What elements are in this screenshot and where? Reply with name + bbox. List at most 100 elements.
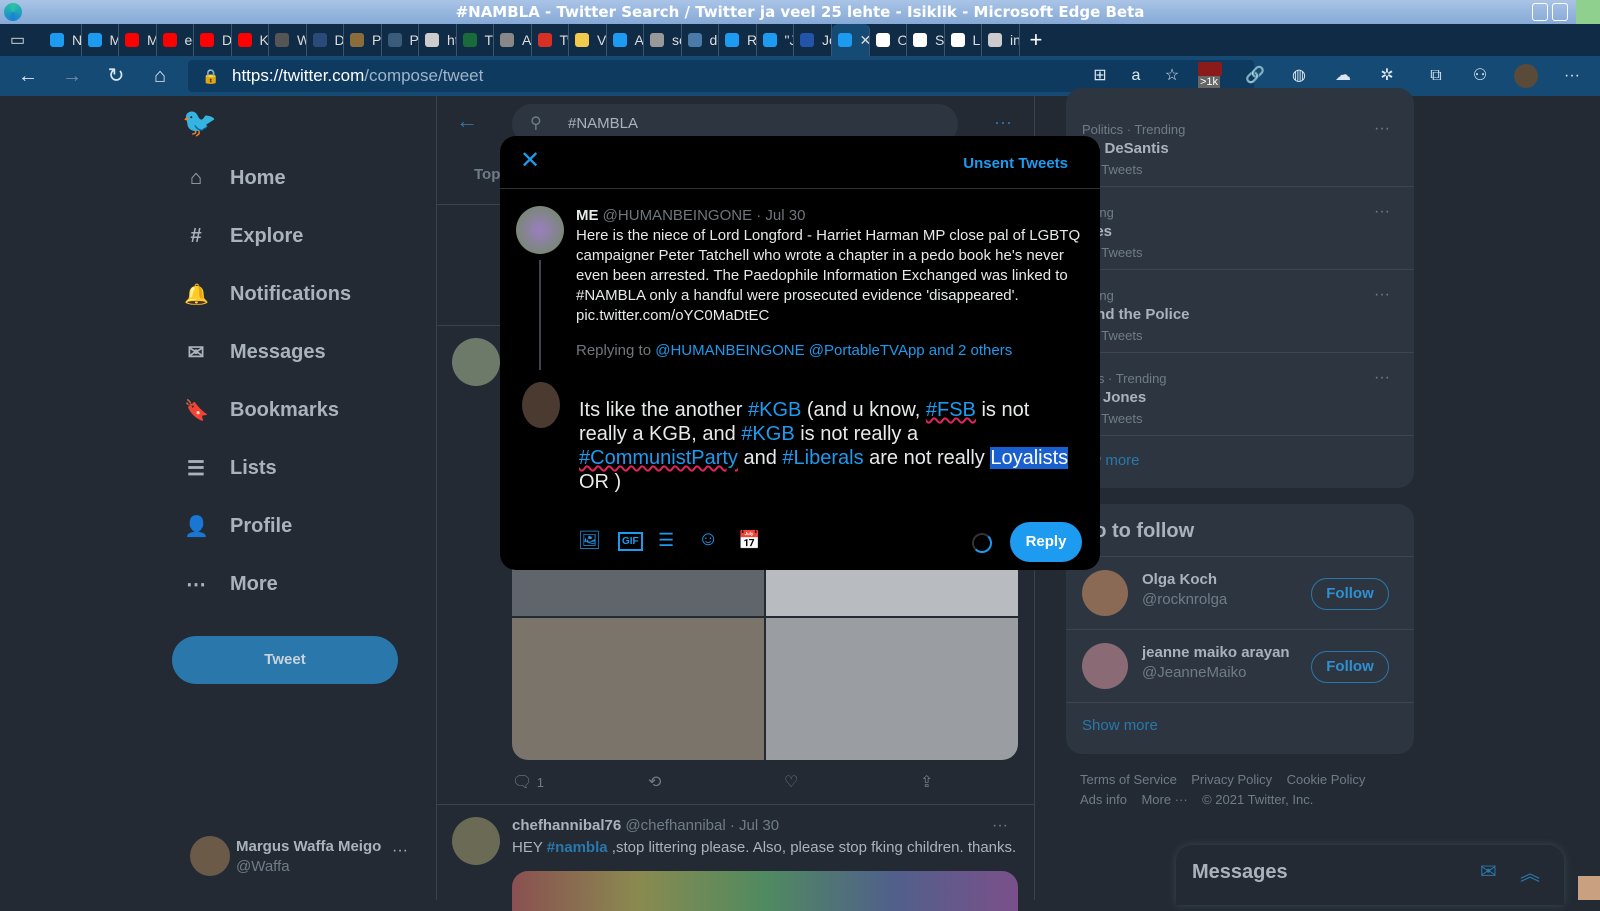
follow-suggestion[interactable]: Olga Koch @rocknrolga Follow (1066, 557, 1414, 630)
hashtag-link[interactable]: #nambla (547, 839, 608, 856)
side-panel-toggle[interactable] (1578, 876, 1600, 900)
browser-tab[interactable]: "Joe (757, 24, 794, 56)
minimize-button[interactable] (1532, 3, 1548, 21)
trend-item[interactable]: ndingates3K Tweets··· (1066, 187, 1414, 270)
show-more-link[interactable]: Show more (1082, 717, 1158, 734)
refresh-button[interactable]: ↻ (104, 64, 128, 88)
trend-item[interactable]: ndingfund the Police8K Tweets··· (1066, 270, 1414, 353)
browser-tab[interactable]: Joe (794, 24, 832, 56)
back-button[interactable]: ← (16, 64, 40, 88)
schedule-icon[interactable]: 📅 (738, 530, 760, 551)
tweet-image[interactable] (512, 618, 764, 760)
sidebar-item-more[interactable]: ⋯ More (184, 564, 278, 604)
new-message-icon[interactable]: ✉ (1480, 859, 1497, 884)
more-options-icon[interactable]: ··· (994, 112, 1012, 133)
browser-tab[interactable]: ✕ (831, 24, 870, 56)
browser-tab[interactable]: sec (644, 24, 682, 56)
tweet-image[interactable] (766, 618, 1018, 760)
ads-info-link[interactable]: Ads info (1080, 792, 1127, 807)
browser-tab[interactable]: Wa (269, 24, 307, 56)
browser-tab[interactable]: M.I (119, 24, 157, 56)
browser-tab[interactable]: Kar (232, 24, 269, 56)
avatar[interactable] (452, 338, 500, 386)
unsent-tweets-link[interactable]: Unsent Tweets (963, 155, 1068, 172)
follow-suggestion[interactable]: jeanne maiko arayan @JeanneMaiko Follow (1066, 630, 1414, 703)
gif-icon[interactable]: GIF (618, 532, 643, 551)
more-icon[interactable]: ··· (1374, 120, 1390, 138)
browser-tab[interactable]: Twi (532, 24, 569, 56)
browser-tab[interactable]: Rob (719, 24, 757, 56)
poll-icon[interactable]: ☰ (658, 530, 674, 551)
maximize-button[interactable] (1552, 3, 1568, 21)
browser-tab[interactable]: List (945, 24, 982, 56)
browser-tab[interactable]: Ma (82, 24, 119, 56)
sidebar-item-bookmarks[interactable]: 🔖 Bookmarks (184, 390, 339, 430)
tab-top[interactable]: Top (474, 166, 500, 183)
side-panel-toggle[interactable] (1576, 0, 1600, 24)
image-icon[interactable]: 🖼 (578, 530, 601, 551)
profile-switch-icon[interactable]: ⚇ (1468, 64, 1492, 88)
sidebar-item-notifications[interactable]: 🔔 Notifications (184, 274, 351, 314)
browser-tab[interactable]: http (419, 24, 457, 56)
browser-tab[interactable]: Aus (494, 24, 532, 56)
browser-tab[interactable]: Dor (194, 24, 232, 56)
collections-icon[interactable]: ⧉ (1424, 64, 1448, 88)
extension-icon[interactable]: ◍ (1287, 64, 1311, 88)
like-icon[interactable]: ♡ (784, 772, 798, 792)
emoji-icon[interactable]: ☺ (698, 528, 718, 551)
browser-tab[interactable]: Sno (907, 24, 945, 56)
browser-tab[interactable]: Pre (382, 24, 419, 56)
browser-tab[interactable]: Pos (344, 24, 382, 56)
more-icon[interactable]: ··· (1374, 203, 1390, 221)
sidebar-item-messages[interactable]: ✉ Messages (184, 332, 326, 372)
browser-tab[interactable]: eco (157, 24, 194, 56)
browser-tab[interactable]: Not (44, 24, 82, 56)
new-tab-button[interactable]: + (1030, 27, 1043, 53)
more-icon[interactable]: ··· (392, 842, 408, 860)
sidebar-item-home[interactable]: ⌂ Home (184, 158, 286, 198)
trend-item[interactable]: Politics · Trending on DeSantis 6K Tweets ·… (1066, 104, 1414, 187)
cookie-link[interactable]: Cookie Policy (1287, 772, 1366, 787)
tab-title[interactable]: ✕ (860, 32, 869, 49)
close-icon[interactable]: ✕ (520, 146, 540, 175)
link-icon[interactable]: 🔗 (1243, 64, 1267, 88)
reply-action[interactable]: 🗨 1 (512, 772, 544, 792)
reply-textarea[interactable]: Its like the another #KGB (and u know, #… (579, 398, 1079, 494)
browser-tab[interactable]: det (682, 24, 719, 56)
sidebar-item-profile[interactable]: 👤 Profile (184, 506, 292, 546)
more-icon[interactable]: ··· (1374, 369, 1390, 387)
extension-icon[interactable] (1198, 62, 1222, 76)
extensions-puzzle-icon[interactable]: ✲ (1375, 64, 1399, 88)
privacy-link[interactable]: Privacy Policy (1191, 772, 1272, 787)
translate-icon[interactable]: aあ (1124, 64, 1148, 108)
apps-icon[interactable]: ⊞ (1088, 64, 1112, 88)
settings-menu-icon[interactable]: ··· (1560, 64, 1584, 88)
tweet-media-grid[interactable] (512, 560, 1018, 760)
profile-avatar[interactable] (1514, 64, 1538, 88)
terms-link[interactable]: Terms of Service (1080, 772, 1177, 787)
share-icon[interactable]: ⇪ (920, 772, 933, 792)
tab-actions-icon[interactable]: ▭ (10, 30, 44, 50)
twitter-logo-icon[interactable]: 🐦 (182, 106, 217, 139)
replying-to-links[interactable]: @HUMANBEINGONE @PortableTVApp and 2 othe… (655, 342, 1012, 359)
favorite-add-icon[interactable]: ☆ (1160, 64, 1184, 88)
cloud-icon[interactable]: ☁ (1331, 64, 1355, 88)
browser-tab[interactable]: The (457, 24, 494, 56)
follow-button[interactable]: Follow (1311, 651, 1389, 683)
retweet-icon[interactable]: ⟲ (648, 772, 661, 792)
browser-tab[interactable]: ind (982, 24, 1020, 56)
sidebar-item-lists[interactable]: ☰ Lists (184, 448, 277, 488)
account-switcher[interactable]: Margus Waffa Meigo @Waffa ··· (186, 836, 416, 880)
tweet-button[interactable]: Tweet (172, 636, 398, 684)
chevron-up-icon[interactable]: ︽ (1520, 857, 1540, 886)
browser-tab[interactable]: Vie (569, 24, 607, 56)
forward-button[interactable]: → (60, 64, 84, 88)
tweet-image[interactable] (512, 871, 1018, 911)
reply-button[interactable]: Reply (1010, 522, 1082, 562)
follow-button[interactable]: Follow (1311, 578, 1389, 610)
trend-item[interactable]: itics · Trending ex Jones 5K Tweets ··· (1066, 353, 1414, 436)
browser-tab[interactable]: AM (607, 24, 644, 56)
messages-drawer[interactable]: Messages ✉ ︽ (1176, 845, 1564, 905)
more-icon[interactable]: ··· (992, 817, 1008, 835)
more-link[interactable]: More ··· (1141, 792, 1187, 807)
